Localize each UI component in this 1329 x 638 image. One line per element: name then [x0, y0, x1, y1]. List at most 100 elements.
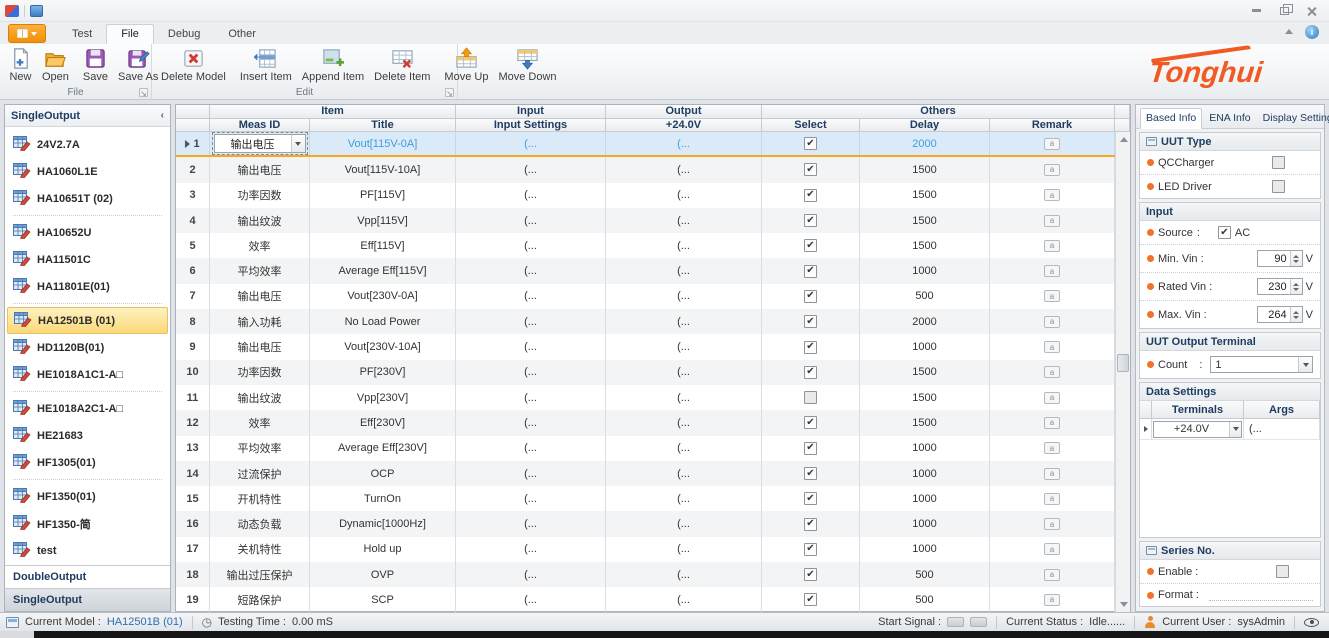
measurement-row[interactable]: 4输出纹波Vpp[115V](...(...✔1500a	[176, 208, 1130, 233]
cell-delay[interactable]: 1000	[860, 486, 990, 511]
cell-meas-id[interactable]: 过流保护	[210, 461, 310, 486]
select-checkbox[interactable]: ✔	[804, 492, 817, 505]
led-driver-checkbox[interactable]	[1272, 180, 1285, 193]
cell-output[interactable]: (...	[606, 410, 762, 435]
remark-note-icon[interactable]: a	[1044, 442, 1060, 454]
cell-title[interactable]: SCP	[310, 587, 456, 612]
cell-input-settings[interactable]: (...	[456, 562, 606, 587]
cell-output[interactable]: (...	[606, 385, 762, 410]
sidebar-item[interactable]: test	[5, 537, 170, 564]
cell-output[interactable]: (...	[606, 461, 762, 486]
cell-delay[interactable]: 1500	[860, 233, 990, 258]
cell-input-settings[interactable]: (...	[456, 183, 606, 208]
measurement-row[interactable]: 11输出纹波Vpp[230V](...(...1500a	[176, 385, 1130, 410]
open-button[interactable]: Open	[37, 46, 74, 84]
sidebar-item[interactable]: HA10652U	[5, 219, 170, 246]
cell-meas-id[interactable]: 动态负载	[210, 511, 310, 536]
grid-scrollbar[interactable]	[1115, 132, 1130, 612]
select-checkbox[interactable]: ✔	[804, 163, 817, 176]
sidebar-item[interactable]: HF1350(01)	[5, 483, 170, 510]
dropdown-button[interactable]	[1298, 357, 1312, 372]
cell-title[interactable]: Eff[230V]	[310, 410, 456, 435]
select-checkbox[interactable]	[804, 391, 817, 404]
col-header-input-settings[interactable]: Input Settings	[456, 119, 606, 132]
cell-output[interactable]: (...	[606, 208, 762, 233]
insert-item-button[interactable]: Insert Item	[235, 46, 297, 84]
sidebar-header[interactable]: SingleOutput ‹	[5, 105, 170, 127]
cell-input-settings[interactable]: (...	[456, 511, 606, 536]
col-header-meas-id[interactable]: Meas ID	[210, 119, 310, 132]
remark-note-icon[interactable]: a	[1044, 569, 1060, 581]
cell-title[interactable]: Vout[230V-0A]	[310, 284, 456, 309]
sidebar-item[interactable]: HA12501B (01)	[7, 307, 168, 334]
application-menu-button[interactable]	[8, 24, 46, 43]
scrollbar-thumb[interactable]	[1117, 354, 1129, 372]
cell-input-settings[interactable]: (...	[456, 132, 606, 155]
measurement-row[interactable]: 9输出电压Vout[230V-10A](...(...✔1000a	[176, 334, 1130, 359]
move-down-button[interactable]: Move Down	[493, 46, 561, 84]
remark-note-icon[interactable]: a	[1044, 341, 1060, 353]
move-up-button[interactable]: Move Up	[439, 46, 493, 84]
cell-title[interactable]: No Load Power	[310, 309, 456, 334]
sidebar-tab-doubleoutput[interactable]: DoubleOutput	[5, 565, 170, 588]
cell-delay[interactable]: 500	[860, 587, 990, 612]
cell-title[interactable]: OCP	[310, 461, 456, 486]
cell-title[interactable]: Dynamic[1000Hz]	[310, 511, 456, 536]
spinner-buttons[interactable]	[1290, 307, 1302, 322]
ac-checkbox[interactable]: ✔	[1218, 226, 1231, 239]
measurement-row[interactable]: 7输出电压Vout[230V-0A](...(...✔500a	[176, 284, 1130, 309]
measurement-row[interactable]: 3功率因数PF[115V](...(...✔1500a	[176, 183, 1130, 208]
remark-note-icon[interactable]: a	[1044, 417, 1060, 429]
sidebar-item[interactable]: HF1350-简	[5, 510, 170, 537]
cell-meas-id[interactable]: 输出电压	[210, 157, 310, 182]
cell-delay[interactable]: 1000	[860, 334, 990, 359]
cell-output[interactable]: (...	[606, 562, 762, 587]
tab-test[interactable]: Test	[58, 25, 106, 44]
select-checkbox[interactable]: ✔	[804, 467, 817, 480]
cell-input-settings[interactable]: (...	[456, 486, 606, 511]
cell-input-settings[interactable]: (...	[456, 284, 606, 309]
quick-access-icon[interactable]	[30, 5, 43, 17]
remark-note-icon[interactable]: a	[1044, 265, 1060, 277]
cell-input-settings[interactable]: (...	[456, 208, 606, 233]
remark-note-icon[interactable]: a	[1044, 392, 1060, 404]
remark-note-icon[interactable]: a	[1044, 468, 1060, 480]
cell-meas-id[interactable]: 开机特性	[210, 486, 310, 511]
cell-title[interactable]: Vpp[230V]	[310, 385, 456, 410]
cell-meas-id[interactable]: 输入功耗	[210, 309, 310, 334]
measurement-row[interactable]: 14过流保护OCP(...(...✔1000a	[176, 461, 1130, 486]
cell-output[interactable]: (...	[606, 233, 762, 258]
remark-note-icon[interactable]: a	[1044, 215, 1060, 227]
enable-checkbox[interactable]	[1276, 565, 1289, 578]
help-icon[interactable]: i	[1305, 25, 1319, 39]
sidebar-item[interactable]: HA10651T (02)	[5, 185, 170, 212]
cell-meas-id[interactable]: 功率因数	[210, 183, 310, 208]
cell-input-settings[interactable]: (...	[456, 258, 606, 283]
cell-delay[interactable]: 1500	[860, 183, 990, 208]
cell-title[interactable]: Average Eff[115V]	[310, 258, 456, 283]
col-header-delay[interactable]: Delay	[860, 119, 990, 132]
data-settings-row[interactable]: +24.0V (...	[1140, 419, 1320, 440]
current-model-value[interactable]: HA12501B (01)	[107, 616, 183, 628]
measurement-row[interactable]: 6平均效率Average Eff[115V](...(...✔1000a	[176, 258, 1130, 283]
cell-title[interactable]: Vout[230V-10A]	[310, 334, 456, 359]
col-header-remark[interactable]: Remark	[990, 119, 1115, 132]
cell-delay[interactable]: 1000	[860, 258, 990, 283]
measurement-row[interactable]: 2输出电压Vout[115V-10A](...(...✔1500a	[176, 157, 1130, 182]
remark-note-icon[interactable]: a	[1044, 518, 1060, 530]
sidebar-tab-singleoutput[interactable]: SingleOutput	[5, 588, 170, 611]
delete-model-button[interactable]: Delete Model	[156, 46, 231, 84]
cell-input-settings[interactable]: (...	[456, 410, 606, 435]
cell-input-settings[interactable]: (...	[456, 385, 606, 410]
cell-output[interactable]: (...	[606, 587, 762, 612]
collapse-left-icon[interactable]: ‹	[161, 110, 164, 121]
measurement-row[interactable]: 12效率Eff[230V](...(...✔1500a	[176, 410, 1130, 435]
dropdown-button[interactable]	[291, 135, 305, 152]
cell-meas-id[interactable]: 关机特性	[210, 537, 310, 562]
select-checkbox[interactable]: ✔	[804, 290, 817, 303]
cell-input-settings[interactable]: (...	[456, 587, 606, 612]
measurement-row[interactable]: 18输出过压保护OVP(...(...✔500a	[176, 562, 1130, 587]
cell-output[interactable]: (...	[606, 157, 762, 182]
rated-vin-input[interactable]: 230	[1257, 278, 1303, 295]
meas-id-combobox[interactable]: 输出电压	[214, 134, 306, 153]
